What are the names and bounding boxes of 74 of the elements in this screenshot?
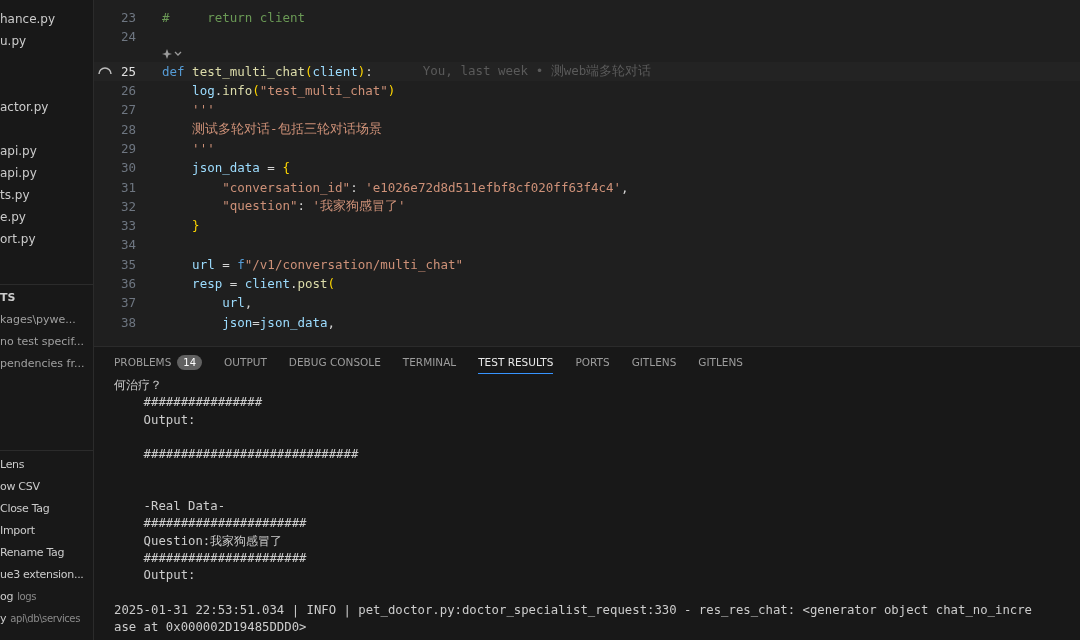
file-item[interactable]: u.py bbox=[0, 30, 93, 52]
line-number: 29 bbox=[119, 140, 136, 156]
output-line: Output: bbox=[142, 567, 197, 585]
line-number: 26 bbox=[119, 83, 136, 99]
line-number: 24 bbox=[119, 29, 136, 45]
line-number: 37 bbox=[119, 295, 136, 311]
line-number: 27 bbox=[119, 102, 136, 118]
panel-tab[interactable]: GITLENS bbox=[698, 351, 743, 374]
line-number: 31 bbox=[119, 179, 136, 195]
code-line: 测试多轮对话-包括三轮对话场景 bbox=[191, 120, 382, 138]
output-line: Question:我家狗感冒了 bbox=[142, 532, 284, 550]
code-line: "conversation_id": 'e1026e72d8d511efbf8cf020ff63f4c4', bbox=[221, 179, 629, 195]
file-item[interactable]: api.py bbox=[0, 162, 93, 184]
loading-icon bbox=[98, 67, 112, 76]
line-number: 33 bbox=[119, 218, 136, 234]
sparkle-icon[interactable] bbox=[162, 48, 182, 61]
count-badge: 14 bbox=[177, 354, 203, 370]
item-description: api\db\services bbox=[10, 612, 80, 624]
output-line: ################ bbox=[142, 394, 264, 412]
extension-item[interactable]: ow CSV bbox=[0, 479, 40, 493]
panel-tab[interactable]: OUTPUT bbox=[224, 351, 267, 374]
extension-item[interactable]: Close Tag bbox=[0, 501, 50, 515]
file-item[interactable]: actor.py bbox=[0, 96, 93, 118]
line-number: 30 bbox=[119, 160, 136, 176]
line-number: 25 bbox=[119, 63, 136, 79]
panel-tab[interactable]: DEBUG CONSOLE bbox=[288, 351, 381, 374]
code-line: ''' bbox=[191, 102, 215, 118]
line-number: 28 bbox=[119, 121, 136, 137]
extension-item[interactable]: Rename Tag bbox=[0, 545, 65, 559]
extension-item[interactable]: og bbox=[0, 589, 14, 603]
panel-tab[interactable]: GITLENS bbox=[631, 351, 677, 374]
extension-item[interactable]: ue3 extension... bbox=[0, 567, 84, 581]
code-line: url = f"/v1/conversation/multi_chat" bbox=[191, 256, 464, 272]
test-item[interactable]: pendencies fr... bbox=[0, 353, 93, 375]
panel-tab[interactable]: PROBLEMS 14 bbox=[114, 351, 203, 374]
code-line: def test_multi_chat(client): bbox=[162, 63, 373, 79]
test-item[interactable]: kages\pywe... bbox=[0, 309, 93, 331]
output-line: ############################# bbox=[142, 446, 360, 464]
line-number: 23 bbox=[119, 10, 136, 26]
item-description: logs bbox=[17, 590, 36, 602]
line-number: 36 bbox=[119, 276, 136, 291]
panel-tab[interactable]: TERMINAL bbox=[402, 351, 457, 374]
panel-tab[interactable]: PORTS bbox=[575, 351, 610, 374]
output-line: Output: bbox=[142, 411, 197, 429]
output-line: ###################### bbox=[142, 515, 308, 533]
code-line: log.info("test_multi_chat") bbox=[191, 83, 396, 99]
line-number: 38 bbox=[119, 314, 136, 330]
test-item[interactable]: no test specif... bbox=[0, 331, 93, 353]
line-number: 34 bbox=[119, 237, 136, 253]
line-number: 32 bbox=[119, 198, 136, 214]
line-number: 35 bbox=[119, 256, 136, 272]
panel-tab[interactable]: TEST RESULTS bbox=[478, 351, 554, 374]
extension-item[interactable]: Import bbox=[0, 523, 35, 537]
section-header[interactable]: TS bbox=[0, 287, 93, 309]
code-line: url, bbox=[221, 295, 253, 311]
output-line: ###################### bbox=[142, 549, 308, 567]
code-line: resp = client.post( bbox=[191, 276, 336, 291]
code-line: ''' bbox=[191, 140, 215, 156]
output-line: -Real Data- bbox=[142, 498, 227, 516]
code-line: } bbox=[191, 218, 200, 234]
file-item[interactable]: hance.py bbox=[0, 8, 93, 30]
extension-item[interactable]: y bbox=[0, 611, 7, 625]
code-line: json=json_data, bbox=[221, 314, 336, 330]
code-line: "question": '我家狗感冒了' bbox=[221, 197, 406, 215]
output-line: 2025-01-31 22:53:51.034 | INFO | pet_doctor.py:doctor_specialist_request:330 - res_res_chat: <generator object chat_no_incre bbox=[114, 601, 1033, 620]
file-item[interactable]: ts.py bbox=[0, 184, 93, 206]
file-item[interactable]: ort.py bbox=[0, 228, 93, 250]
output-line: ase at 0x000002D19485DDD0> bbox=[114, 619, 308, 637]
file-item[interactable]: api.py bbox=[0, 140, 93, 162]
file-item[interactable]: e.py bbox=[0, 206, 93, 228]
code-line: # return client bbox=[162, 10, 305, 26]
code-line: json_data = { bbox=[191, 160, 290, 176]
extension-item[interactable]: Lens bbox=[0, 457, 25, 471]
output-line: 何治疗？ bbox=[114, 377, 163, 394]
